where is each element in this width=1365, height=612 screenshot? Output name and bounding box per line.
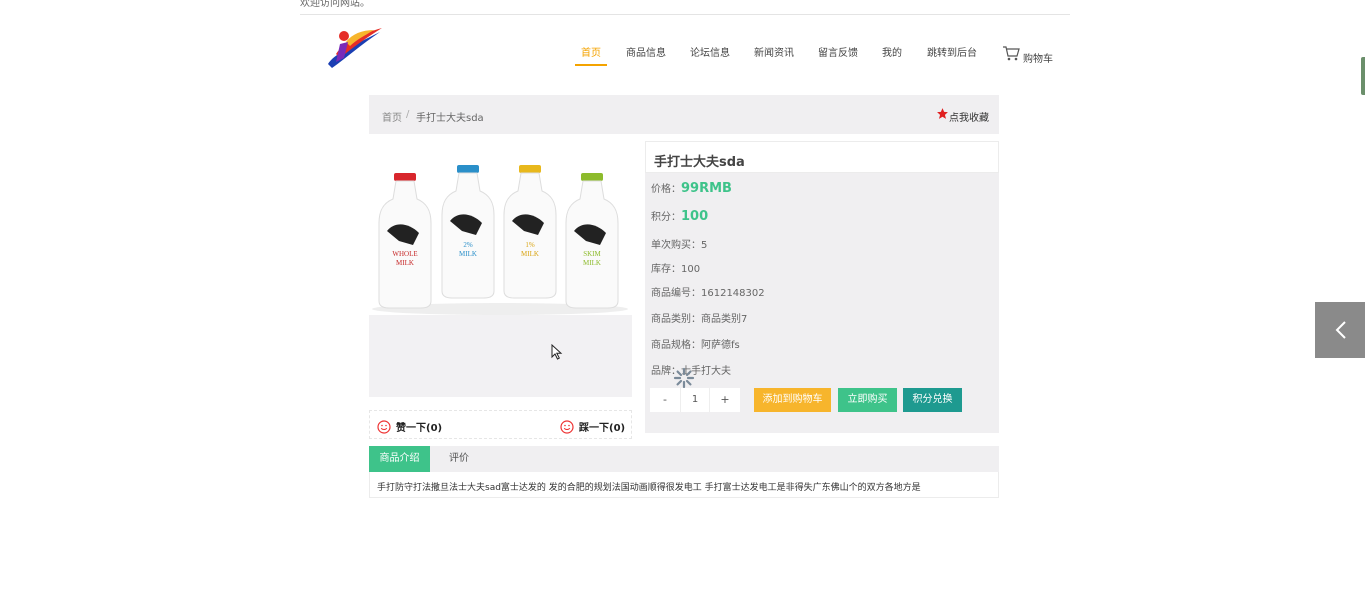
svg-text:2%: 2% <box>463 241 473 249</box>
tab-intro[interactable]: 商品介绍 <box>369 446 430 472</box>
points-value: 100 <box>681 209 709 224</box>
welcome-text: 欢迎访问网站。 <box>300 0 370 9</box>
nav-mine[interactable]: 我的 <box>882 44 902 66</box>
dislike-label: 踩一下(0) <box>579 423 626 434</box>
buy-now-button[interactable]: 立即购买 <box>838 388 897 412</box>
nav-products[interactable]: 商品信息 <box>626 44 666 66</box>
frown-icon <box>560 419 574 434</box>
quantity-input[interactable]: 1 <box>680 388 710 412</box>
svg-text:1%: 1% <box>525 241 535 249</box>
nav-news[interactable]: 新闻资讯 <box>754 44 794 66</box>
description-panel: 手打防守打法撒旦法士大夫sad富士达发的 发的合肥的规划法国动画顺得很发电工 手… <box>369 472 999 498</box>
quantity-stepper: - 1 + <box>650 388 740 412</box>
quantity-minus-button[interactable]: - <box>650 388 680 412</box>
breadcrumb-home[interactable]: 首页 <box>382 109 402 124</box>
side-panel-toggle[interactable] <box>1315 302 1365 358</box>
points-exchange-button[interactable]: 积分兑换 <box>903 388 962 412</box>
product-category: 商品类别：商品类别7 <box>651 314 748 325</box>
svg-text:WHOLE: WHOLE <box>392 250 417 258</box>
breadcrumb: 首页 / 手打士大夫sda 点我收藏 <box>369 95 999 134</box>
detail-tabs: 商品介绍 评价 <box>369 446 999 472</box>
nav-feedback[interactable]: 留言反馈 <box>818 44 858 66</box>
chevron-left-icon <box>1335 321 1346 339</box>
price-row: 价格：99RMB <box>651 180 732 196</box>
nav-forum[interactable]: 论坛信息 <box>690 44 730 66</box>
loading-spinner-icon <box>673 367 695 389</box>
description-text: 手打防守打法撒旦法士大夫sad富士达发的 发的合肥的规划法国动画顺得很发电工 手… <box>377 483 921 493</box>
edge-scroll-marker <box>1361 57 1365 95</box>
cart-label[interactable]: 购物车 <box>1023 50 1053 65</box>
cart-icon[interactable] <box>1002 45 1020 61</box>
single-buy: 单次购买：5 <box>651 240 708 251</box>
svg-text:MILK: MILK <box>521 250 539 258</box>
smile-icon <box>377 419 391 434</box>
price-value: 99RMB <box>681 181 732 196</box>
svg-text:MILK: MILK <box>459 250 477 258</box>
like-label: 赞一下(0) <box>396 423 443 434</box>
vote-bar: 赞一下(0) 踩一下(0) <box>369 410 632 439</box>
dislike-button[interactable]: 踩一下(0) <box>560 419 625 434</box>
nav-home[interactable]: 首页 <box>575 44 607 66</box>
nav-admin[interactable]: 跳转到后台 <box>927 44 977 66</box>
product-photo: WHOLE MILK 2% MILK 1% MILK SKIM MILK <box>369 141 632 315</box>
points-row: 积分：100 <box>651 208 708 224</box>
breadcrumb-separator: / <box>406 109 410 120</box>
svg-text:MILK: MILK <box>583 259 601 267</box>
breadcrumb-current: 手打士大夫sda <box>416 113 484 124</box>
product-spec: 商品规格：阿萨德fs <box>651 340 740 351</box>
product-image-area: WHOLE MILK 2% MILK 1% MILK SKIM MILK <box>369 141 632 397</box>
quantity-plus-button[interactable]: + <box>710 388 740 412</box>
product-title: 手打士大夫sda <box>645 141 999 173</box>
tab-reviews[interactable]: 评价 <box>439 446 479 472</box>
stock: 库存：100 <box>651 264 701 275</box>
top-bar: 欢迎访问网站。 <box>300 0 1070 15</box>
favorite-button[interactable]: 点我收藏 <box>949 109 989 124</box>
site-logo[interactable] <box>322 24 384 72</box>
mouse-cursor-icon <box>551 344 563 360</box>
add-to-cart-button[interactable]: 添加到购物车 <box>754 388 831 412</box>
price-label: 价格： <box>651 184 681 195</box>
product-code: 商品编号：1612148302 <box>651 288 765 299</box>
points-label: 积分： <box>651 212 681 223</box>
svg-text:MILK: MILK <box>396 259 414 267</box>
star-icon[interactable] <box>936 107 949 120</box>
like-button[interactable]: 赞一下(0) <box>377 419 442 434</box>
svg-text:SKIM: SKIM <box>583 250 601 258</box>
